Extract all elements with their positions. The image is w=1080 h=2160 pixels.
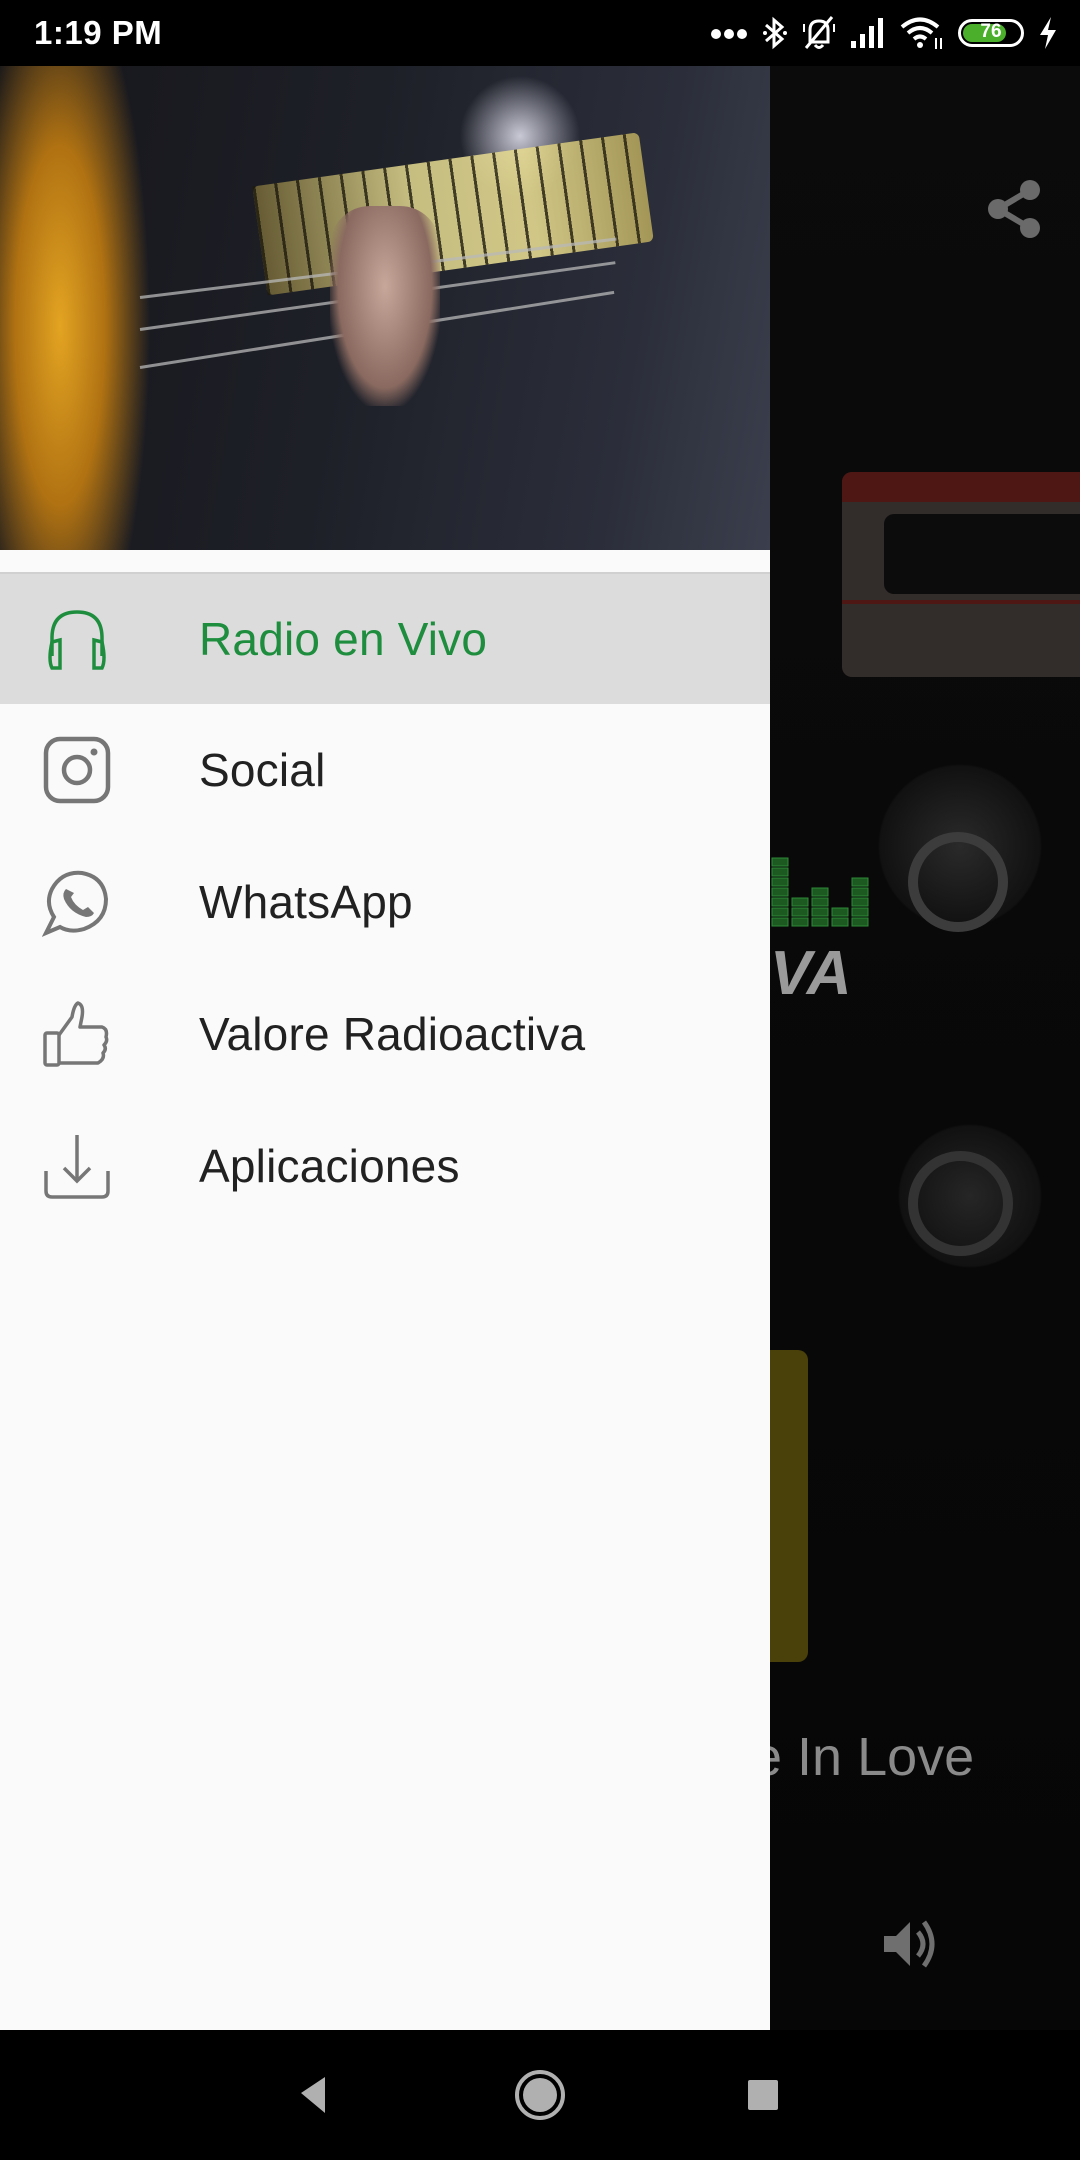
station-logo-text: VA <box>770 939 852 1008</box>
menu-item-radio-en-vivo[interactable]: Radio en Vivo <box>0 572 770 704</box>
system-navigation-bar <box>0 2030 1080 2160</box>
status-time: 1:19 PM <box>34 14 163 51</box>
whatsapp-icon <box>42 867 112 937</box>
reel-decoration <box>908 1151 1013 1256</box>
cassette-decoration <box>770 1350 808 1662</box>
bluetooth-icon <box>763 16 787 50</box>
status-icons: 76 <box>710 12 1058 54</box>
menu-item-valore-radioactiva[interactable]: Valore Radioactiva <box>0 968 770 1100</box>
menu-item-label: WhatsApp <box>199 876 413 928</box>
battery-level: 76 <box>980 21 1002 42</box>
share-icon[interactable] <box>984 178 1044 240</box>
wifi-icon <box>900 17 942 49</box>
menu-item-whatsapp[interactable]: WhatsApp <box>0 836 770 968</box>
thumbs-up-icon <box>42 999 112 1069</box>
menu-item-aplicaciones[interactable]: Aplicaciones <box>0 1100 770 1232</box>
notifications-off-icon <box>803 16 835 49</box>
menu-item-label: Social <box>199 744 326 796</box>
drawer-header-image <box>0 66 770 550</box>
battery-icon: 76 <box>958 19 1024 47</box>
more-dots-icon <box>711 29 747 39</box>
headphones-icon <box>42 604 112 674</box>
reel-decoration <box>908 832 1008 932</box>
menu-item-label: Radio en Vivo <box>199 613 488 665</box>
status-bar: 1:19 PM 76 <box>0 0 1080 66</box>
back-button[interactable] <box>278 2060 348 2130</box>
equalizer-logo-icon <box>771 857 869 927</box>
download-icon <box>42 1131 112 1201</box>
recents-button[interactable] <box>728 2060 798 2130</box>
recents-icon <box>748 2080 778 2110</box>
charging-icon <box>1040 17 1056 49</box>
home-button[interactable] <box>505 2060 575 2130</box>
menu-item-label: Aplicaciones <box>199 1140 460 1192</box>
navigation-drawer: Radio en Vivo Social WhatsApp Valore Rad… <box>0 66 770 2030</box>
volume-icon[interactable] <box>880 1914 940 1974</box>
home-icon <box>515 2070 565 2120</box>
song-title: e In Love <box>752 1727 975 1787</box>
signal-icon <box>851 18 883 48</box>
menu-item-social[interactable]: Social <box>0 704 770 836</box>
back-icon <box>301 2077 325 2113</box>
menu-item-label: Valore Radioactiva <box>199 1008 586 1060</box>
cassette-decoration <box>842 472 1080 677</box>
instagram-icon <box>42 735 112 805</box>
drawer-menu: Radio en Vivo Social WhatsApp Valore Rad… <box>0 572 770 1232</box>
